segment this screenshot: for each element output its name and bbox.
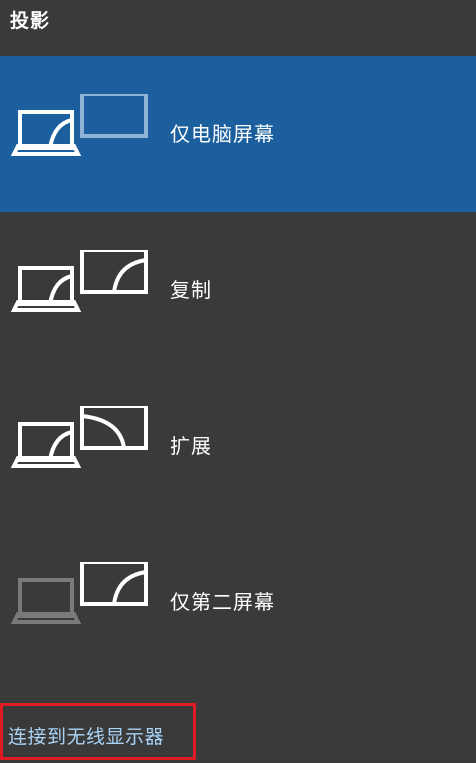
option-second-screen-only[interactable]: 仅第二屏幕 xyxy=(0,524,476,680)
option-duplicate[interactable]: 复制 xyxy=(0,212,476,368)
pc-screen-only-icon xyxy=(10,94,148,156)
option-label: 扩展 xyxy=(170,434,212,458)
option-extend[interactable]: 扩展 xyxy=(0,368,476,524)
option-label: 仅第二屏幕 xyxy=(170,590,275,614)
project-panel: 投影 仅电脑屏幕 复制 扩展 仅第二屏幕 连接到无线显示器 xyxy=(0,0,476,763)
duplicate-icon xyxy=(10,250,148,312)
extend-icon xyxy=(10,406,148,468)
second-screen-only-icon xyxy=(10,562,148,624)
option-label: 仅电脑屏幕 xyxy=(170,122,275,146)
option-pc-screen-only[interactable]: 仅电脑屏幕 xyxy=(0,56,476,212)
option-label: 复制 xyxy=(170,278,212,302)
connect-wireless-display-link[interactable]: 连接到无线显示器 xyxy=(8,722,164,749)
panel-title: 投影 xyxy=(10,10,51,32)
